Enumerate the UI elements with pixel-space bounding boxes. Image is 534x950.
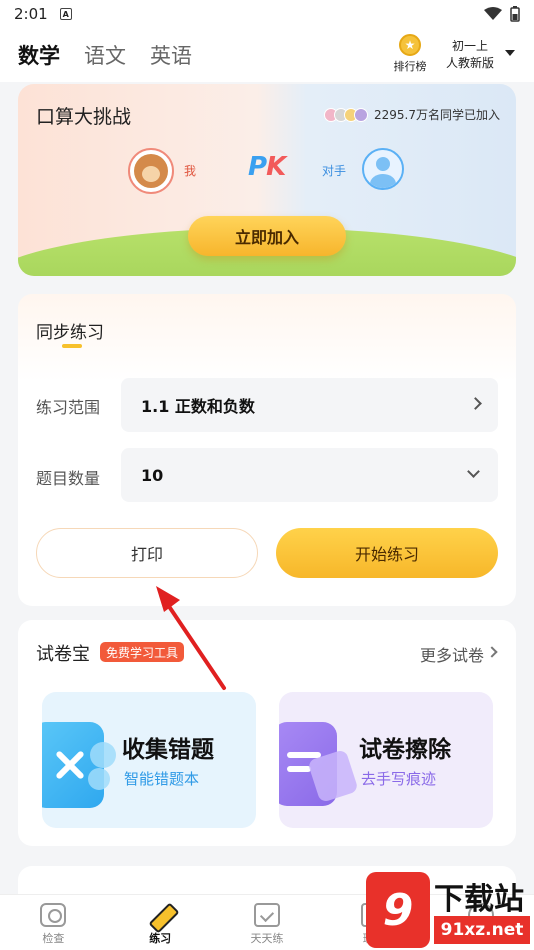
status-time: 2:01: [14, 5, 48, 23]
range-selector[interactable]: 1.1 正数和负数: [121, 378, 498, 432]
nav-label: 练习: [149, 932, 172, 945]
tool-title: 收集错题: [122, 737, 214, 763]
collect-mistakes-card[interactable]: 收集错题 智能错题本: [42, 692, 256, 828]
chevron-right-icon: [469, 397, 482, 410]
joined-count: 2295.7万名同学已加入: [324, 106, 500, 123]
checklist-icon: [253, 903, 280, 927]
grade-selector[interactable]: 初一上 人教新版: [446, 38, 494, 72]
watermark-url: 91xz.net: [434, 916, 530, 944]
count-value: 10: [141, 465, 164, 485]
watermark-text: 下载站: [434, 882, 524, 917]
count-label: 题目数量: [36, 469, 101, 488]
app-notification-icon: A: [59, 8, 72, 20]
monkey-avatar-icon: [134, 154, 168, 188]
pk-letter-p: P: [248, 152, 267, 182]
print-button[interactable]: 打印: [36, 528, 258, 578]
watermark-logo: 9: [366, 872, 430, 948]
erase-paper-card[interactable]: 试卷擦除 去手写痕迹: [279, 692, 493, 828]
challenge-title: 口算大挑战: [36, 106, 132, 128]
nav-label: 天天练: [250, 932, 284, 945]
my-avatar: [128, 148, 174, 194]
site-watermark: 9 下载站 91xz.net: [366, 870, 534, 950]
challenge-card[interactable]: 口算大挑战 2295.7万名同学已加入 我 PK 对手 立即加入: [18, 84, 516, 276]
practice-title: 同步练习: [36, 323, 104, 343]
leaderboard-label: 排行榜: [393, 60, 427, 73]
wifi-icon: [484, 7, 502, 20]
caret-down-icon[interactable]: [505, 50, 515, 56]
pencil-icon: [147, 903, 173, 927]
pk-logo: PK: [248, 152, 286, 182]
chevron-down-icon: [467, 465, 480, 478]
status-icons: [484, 6, 520, 22]
chevron-right-icon[interactable]: [486, 646, 498, 658]
participant-avatars: [324, 107, 368, 122]
opponent-avatar-icon: [362, 148, 404, 190]
status-bar: 2:01 A: [0, 0, 534, 28]
grade-term: 初一上: [452, 39, 489, 53]
count-dropdown[interactable]: 10: [121, 448, 498, 502]
more-papers-link[interactable]: 更多试卷: [420, 642, 484, 666]
range-value: 1.1 正数和负数: [141, 397, 255, 416]
leaderboard-button[interactable]: ★ 排行榜: [390, 34, 430, 74]
annotation-arrow-icon: [156, 586, 226, 690]
bubble-decoration: [90, 742, 116, 768]
camera-icon: [40, 903, 67, 927]
tool-title: 试卷擦除: [359, 737, 451, 763]
nav-label: 检查: [42, 932, 65, 945]
tab-english[interactable]: 英语: [150, 40, 192, 70]
paper-toolbox-card: 试卷宝 免费学习工具 更多试卷 收集错题 智能错题本 试卷擦除 去手写痕迹: [18, 620, 516, 846]
nav-check[interactable]: 检查: [0, 895, 107, 950]
opponent-label: 对手: [322, 164, 347, 178]
battery-icon: [510, 6, 520, 22]
range-label: 练习范围: [36, 398, 101, 417]
nav-practice[interactable]: 练习: [107, 895, 214, 950]
me-label: 我: [184, 164, 197, 178]
sync-practice-card: 同步练习 练习范围 1.1 正数和负数 题目数量 10 打印 开始练习: [18, 294, 516, 606]
nav-daily[interactable]: 天天练: [214, 895, 321, 950]
start-practice-button[interactable]: 开始练习: [276, 528, 498, 578]
medal-icon: ★: [399, 34, 421, 56]
joined-text: 2295.7万名同学已加入: [374, 108, 500, 122]
paper-title: 试卷宝: [36, 644, 90, 665]
join-now-button[interactable]: 立即加入: [188, 216, 346, 256]
grade-edition: 人教新版: [446, 56, 495, 70]
subject-header: 数学 语文 英语 ★ 排行榜 初一上 人教新版: [0, 28, 534, 82]
pk-letter-k: K: [266, 152, 286, 182]
tab-chinese[interactable]: 语文: [84, 40, 126, 70]
tab-math[interactable]: 数学: [18, 40, 60, 70]
tool-subtitle: 智能错题本: [124, 770, 200, 788]
tool-subtitle: 去手写痕迹: [361, 770, 437, 788]
bubble-decoration: [88, 768, 110, 790]
title-underline: [62, 344, 82, 348]
